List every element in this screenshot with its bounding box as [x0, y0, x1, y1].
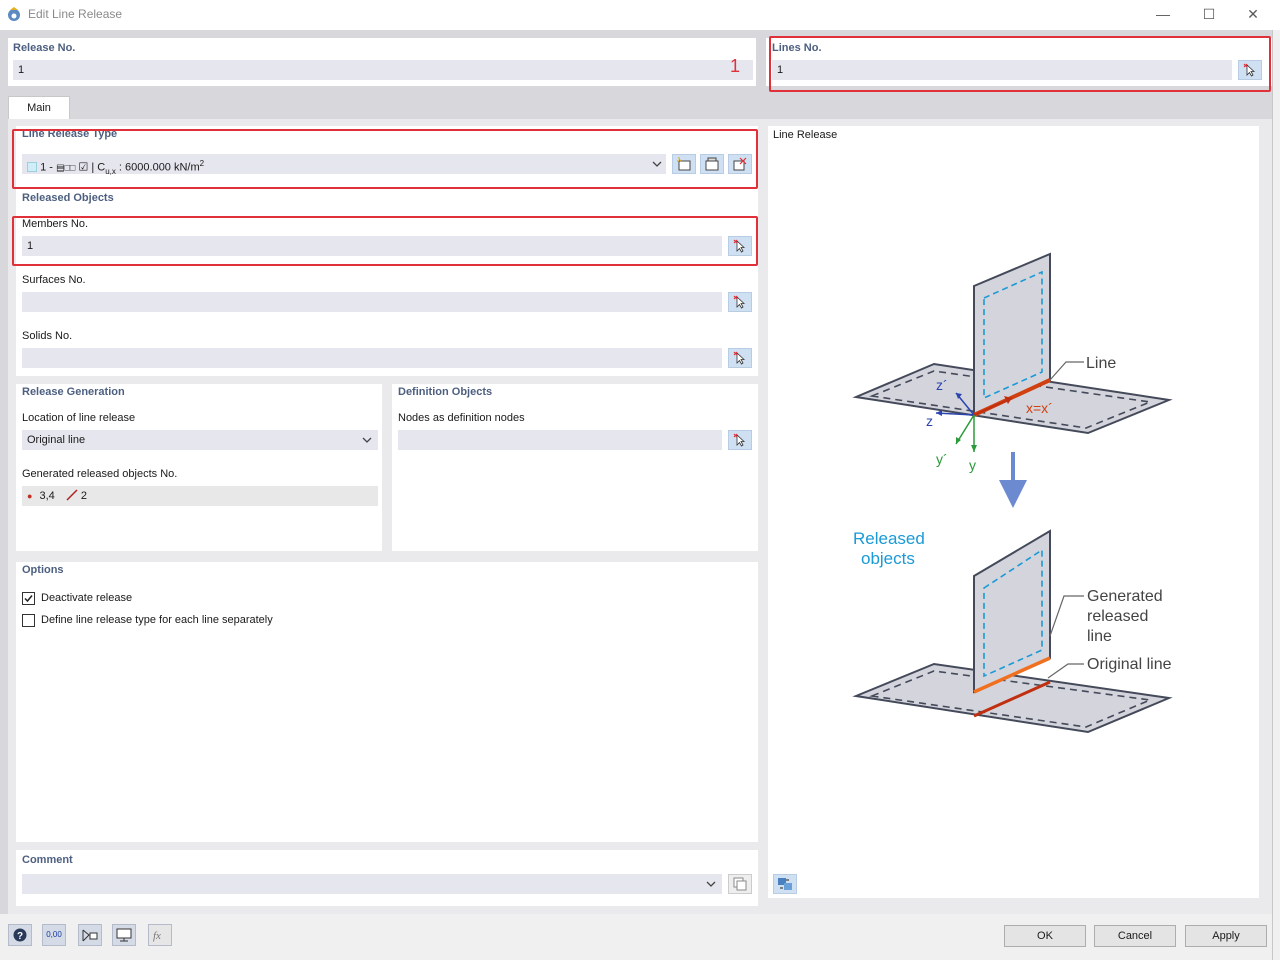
solids-no-field[interactable] [22, 348, 722, 368]
help-icon: ? [12, 927, 28, 943]
line-release-type-highlight [12, 129, 758, 189]
chevron-down-icon [362, 436, 372, 444]
diagram-released-label-1: Released [853, 529, 925, 548]
diagram-generated-label-3: line [1087, 628, 1112, 645]
nodes-definition-label: Nodes as definition nodes [398, 412, 525, 424]
diagram-original-line-label: Original line [1087, 656, 1172, 673]
svg-text:?: ? [17, 931, 23, 942]
maximize-button[interactable]: ☐ [1186, 0, 1232, 30]
formula-button[interactable]: fx [148, 924, 172, 946]
display-icon [115, 927, 133, 943]
diagram-x-label: x=x´ [1026, 400, 1053, 416]
pick-cursor-icon [733, 351, 747, 365]
solids-no-label: Solids No. [22, 330, 72, 342]
comment-library-button[interactable] [728, 874, 752, 894]
node-icon: ● [27, 491, 32, 501]
window-edge [1272, 30, 1280, 960]
surfaces-no-label: Surfaces No. [22, 274, 86, 286]
copy-icon [732, 877, 748, 891]
diagram-yprime-label: y´ [936, 451, 948, 467]
options-panel: Options Deactivate release Define line r… [16, 562, 758, 842]
generated-objects-label: Generated released objects No. [22, 468, 177, 480]
units-button[interactable]: 0,00 [42, 924, 66, 946]
released-objects-title: Released Objects [22, 192, 114, 204]
cancel-button[interactable]: Cancel [1094, 925, 1176, 947]
lines-no-highlight [769, 36, 1271, 92]
release-generation-panel: Release Generation Location of line rele… [16, 384, 382, 551]
comment-panel: Comment [16, 850, 758, 906]
diagram-line-label: Line [1086, 355, 1116, 372]
generated-objects-field: ● 3,4 2 [22, 486, 378, 506]
separate-type-label: Define line release type for each line s… [41, 614, 273, 626]
solids-pick-button[interactable] [728, 348, 752, 368]
close-button[interactable]: ✕ [1230, 0, 1276, 30]
location-select[interactable]: Original line [22, 430, 378, 450]
location-value: Original line [27, 434, 85, 446]
checkmark-icon [23, 593, 34, 604]
comment-title: Comment [22, 854, 73, 866]
generated-nodes: 3,4 [40, 490, 55, 502]
diagram-generated-label-1: Generated [1087, 588, 1163, 605]
surfaces-pick-button[interactable] [728, 292, 752, 312]
nodes-definition-field[interactable] [398, 430, 722, 450]
preview-toggle-button[interactable] [773, 874, 797, 894]
release-no-field[interactable]: 1 [13, 60, 753, 80]
app-logo-icon [6, 6, 22, 22]
window-title: Edit Line Release [28, 7, 122, 21]
switch-image-icon [777, 877, 793, 891]
units-icon: 0,00 [43, 925, 65, 945]
line-icon [66, 489, 78, 501]
minimize-button[interactable]: — [1140, 0, 1186, 30]
comment-select[interactable] [22, 874, 722, 894]
diagram-z-label: z [926, 413, 933, 429]
deactivate-release-label: Deactivate release [41, 592, 132, 604]
release-generation-title: Release Generation [22, 386, 125, 398]
diagram-y-label: y [969, 457, 976, 473]
svg-text:fx: fx [153, 930, 161, 942]
definition-objects-title: Definition Objects [398, 386, 492, 398]
bottom-bar: ? 0,00 fx OK Cancel Apply [0, 914, 1272, 960]
diagram-generated-label-2: released [1087, 608, 1148, 625]
members-no-highlight [12, 216, 758, 266]
options-title: Options [22, 564, 64, 576]
ok-button[interactable]: OK [1004, 925, 1086, 947]
display-button[interactable] [112, 924, 136, 946]
generated-lines: 2 [81, 490, 87, 502]
tab-main[interactable]: Main [8, 96, 70, 120]
formula-icon: fx [151, 927, 169, 943]
dialog-body: Release No. 1 Lines No. 1 1 Main Line Re… [0, 30, 1272, 914]
location-label: Location of line release [22, 412, 135, 424]
separate-type-checkbox[interactable] [22, 614, 35, 627]
preview-panel: Line Release Line x=x´ z´ z y´ y [768, 126, 1259, 898]
chevron-down-icon [706, 880, 716, 888]
apply-button[interactable]: Apply [1185, 925, 1267, 947]
line-release-diagram: Line x=x´ z´ z y´ y Released objects Gen… [768, 126, 1259, 846]
diagram-zprime-label: z´ [936, 377, 948, 393]
pick-cursor-icon [733, 295, 747, 309]
release-no-panel: Release No. 1 [8, 38, 756, 86]
title-bar: Edit Line Release — ☐ ✕ [0, 0, 1280, 30]
release-no-label: Release No. [13, 42, 75, 54]
pick-cursor-icon [733, 433, 747, 447]
model-info-icon [81, 927, 99, 943]
diagram-released-label-2: objects [861, 549, 915, 568]
model-info-button[interactable] [78, 924, 102, 946]
nodes-pick-button[interactable] [728, 430, 752, 450]
surfaces-no-field[interactable] [22, 292, 722, 312]
help-button[interactable]: ? [8, 924, 32, 946]
annotation-1: 1 [730, 56, 740, 77]
deactivate-release-checkbox[interactable] [22, 592, 35, 605]
definition-objects-panel: Definition Objects Nodes as definition n… [392, 384, 758, 551]
